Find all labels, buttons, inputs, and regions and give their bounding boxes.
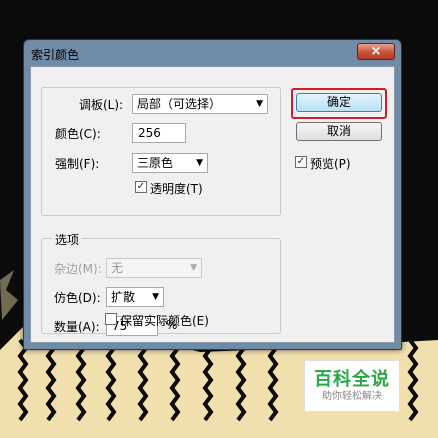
palette-label: 调板(L): [79,98,124,112]
amount-label: 数量(A): [54,320,100,334]
options-legend: 选项 [52,231,83,248]
watermark-title: 百科全说 [314,369,390,390]
preview-label: 预览(P) [310,157,351,171]
transparency-label: 透明度(T) [150,182,203,196]
palette-group: 调板(L): 局部（可选择） ▼ 颜色(C): 256 强制(F): 三原色 ▼… [41,87,281,216]
cancel-button[interactable]: 取消 [296,122,382,141]
chevron-down-icon: ▼ [152,292,159,302]
forced-label: 强制(F): [55,157,100,171]
palette-value: 局部（可选择） [137,97,222,111]
title-bar[interactable]: 索引颜色 × [24,40,401,66]
matte-value: 无 [111,261,124,275]
preserve-colors-label: 保留实际颜色(E) [120,314,209,328]
forced-value: 三原色 [137,156,174,170]
close-button[interactable]: × [357,43,395,60]
transparency-checkbox[interactable]: ✓ [135,181,147,193]
dialog-title: 索引颜色 [31,48,80,62]
forced-select[interactable]: 三原色 ▼ [132,153,208,173]
palette-select[interactable]: 局部（可选择） ▼ [132,94,268,114]
matte-label: 杂边(M): [54,262,102,276]
watermark-subtitle: 助你轻松解决 [322,391,382,402]
chevron-down-icon: ▼ [196,158,203,168]
dither-select[interactable]: 扩散 ▼ [106,287,164,307]
indexed-color-dialog: 索引颜色 × 调板(L): 局部（可选择） ▼ 颜色(C): 256 强制(F)… [23,39,402,350]
dither-label: 仿色(D): [54,291,101,305]
ok-button[interactable]: 确定 [296,93,382,112]
dither-value: 扩散 [111,290,136,304]
preserve-colors-checkbox[interactable] [105,313,117,325]
chevron-down-icon: ▼ [256,99,263,109]
chevron-down-icon: ▼ [190,263,197,273]
watermark-logo: 百科全说 助你轻松解决 [304,360,400,412]
preview-checkbox[interactable]: ✓ [295,156,307,168]
colors-input[interactable]: 256 [132,123,186,143]
colors-label: 颜色(C): [55,127,101,141]
dialog-body: 调板(L): 局部（可选择） ▼ 颜色(C): 256 强制(F): 三原色 ▼… [30,66,395,343]
matte-select: 无 ▼ [106,258,202,278]
